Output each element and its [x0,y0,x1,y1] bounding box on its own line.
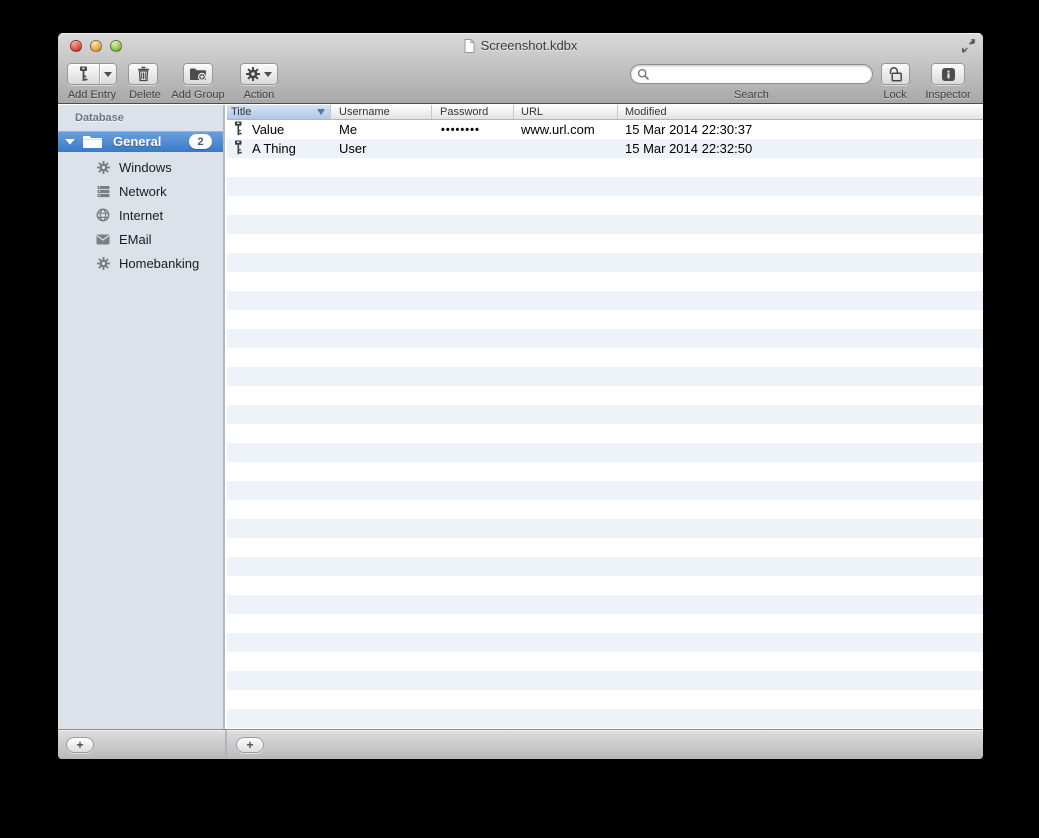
sort-indicator-icon [317,109,325,115]
lock-button[interactable] [881,63,910,85]
password-cell: •••••••• [441,123,480,136]
plus-icon: + [246,738,254,752]
document-icon [464,39,475,56]
sidebar-section-header: Database [75,112,124,124]
search-icon [637,68,650,80]
delete-button[interactable] [128,63,158,85]
folder-plus-icon [190,68,207,81]
delete-label: Delete [129,89,161,101]
add-group-button[interactable] [183,63,213,85]
table-row[interactable]: Value Me •••••••• www.url.com 15 Mar 201… [227,120,983,139]
sidebar-item-network[interactable]: Network [58,179,223,203]
search-input[interactable] [654,67,866,81]
key-icon [234,140,243,158]
column-header-label: Title [231,106,252,118]
add-group-footer-button[interactable]: + [66,737,94,753]
add-entry-label: Add Entry [67,89,117,101]
chevron-down-icon [104,71,112,77]
envelope-icon [96,232,110,246]
sidebar-item-internet[interactable]: Internet [58,203,223,227]
entry-title: A Thing [252,141,296,156]
add-entry-footer-button[interactable]: + [236,737,264,753]
username-cell: User [339,141,367,156]
add-entry-button[interactable] [67,63,117,85]
footer-divider [225,730,227,759]
info-icon [941,67,955,81]
add-group-label: Add Group [171,89,225,101]
sidebar-item-label: Homebanking [119,255,200,271]
table-row[interactable]: A Thing User 15 Mar 2014 22:32:50 [227,139,983,158]
app-window: Screenshot.kdbx Add Entry Delete Add Gro… [58,33,983,759]
column-header-modified[interactable]: Modified [618,105,983,119]
sidebar-item-label: Network [119,183,167,199]
add-entry-dropdown[interactable] [100,64,116,84]
sidebar-item-windows[interactable]: Windows [58,155,223,179]
title-cell: A Thing [227,140,331,158]
sidebar-item-general[interactable]: General 2 [58,131,223,152]
column-header-label: Modified [625,106,667,118]
column-header-password[interactable]: Password [432,105,514,119]
username-cell: Me [339,122,358,137]
disclosure-triangle-icon[interactable] [65,138,75,145]
column-header-label: Username [339,106,390,118]
sidebar-item-label: Internet [119,207,164,223]
window-chrome: Screenshot.kdbx Add Entry Delete Add Gro… [58,33,983,104]
gear-icon [96,256,110,270]
action-button[interactable] [240,63,278,85]
inspector-button[interactable] [931,63,965,85]
title-cell: Value [227,121,331,139]
sidebar-item-label: General [113,134,162,149]
url-cell: www.url.com [521,122,595,137]
entry-title: Value [252,122,285,137]
table-header: Title Username Password URL Modified [227,105,983,120]
fullscreen-icon[interactable] [961,39,976,53]
column-header-label: Password [440,106,489,118]
window-title-text: Screenshot.kdbx [480,38,578,53]
folder-icon [83,136,102,148]
gear-icon [246,67,260,81]
unlock-icon [889,67,902,82]
lock-label: Lock [883,89,907,101]
plus-icon: + [76,738,84,752]
network-stack-icon [96,184,110,198]
key-icon[interactable] [68,64,99,84]
modified-cell: 15 Mar 2014 22:30:37 [625,122,753,137]
entry-count-badge: 2 [189,134,212,149]
window-title: Screenshot.kdbx [58,38,983,56]
empty-row-stripes [227,158,983,729]
sidebar-item-email[interactable]: EMail [58,227,223,251]
inspector-label: Inspector [925,89,971,101]
search-label: Search [734,89,769,101]
key-icon [234,121,243,139]
column-header-title[interactable]: Title [227,105,331,119]
column-header-label: URL [521,106,544,118]
action-label: Action [243,89,275,101]
column-header-url[interactable]: URL [514,105,618,119]
content-area: Database General 2 Windows Network Inter… [58,105,983,729]
entry-table: Title Username Password URL Modified Val… [227,105,983,729]
globe-icon [96,208,110,222]
column-header-username[interactable]: Username [331,105,432,119]
trash-icon [137,66,149,82]
screen-background: Screenshot.kdbx Add Entry Delete Add Gro… [0,0,1039,838]
search-field[interactable] [630,64,873,84]
sidebar-item-homebanking[interactable]: Homebanking [58,251,223,275]
footer-bar: + + [58,729,983,759]
sidebar-item-label: EMail [119,231,152,247]
sidebar-item-label: Windows [119,159,172,175]
modified-cell: 15 Mar 2014 22:32:50 [625,141,753,156]
sidebar: Database General 2 Windows Network Inter… [58,105,225,729]
chevron-down-icon [264,71,272,77]
gear-icon [96,160,110,174]
